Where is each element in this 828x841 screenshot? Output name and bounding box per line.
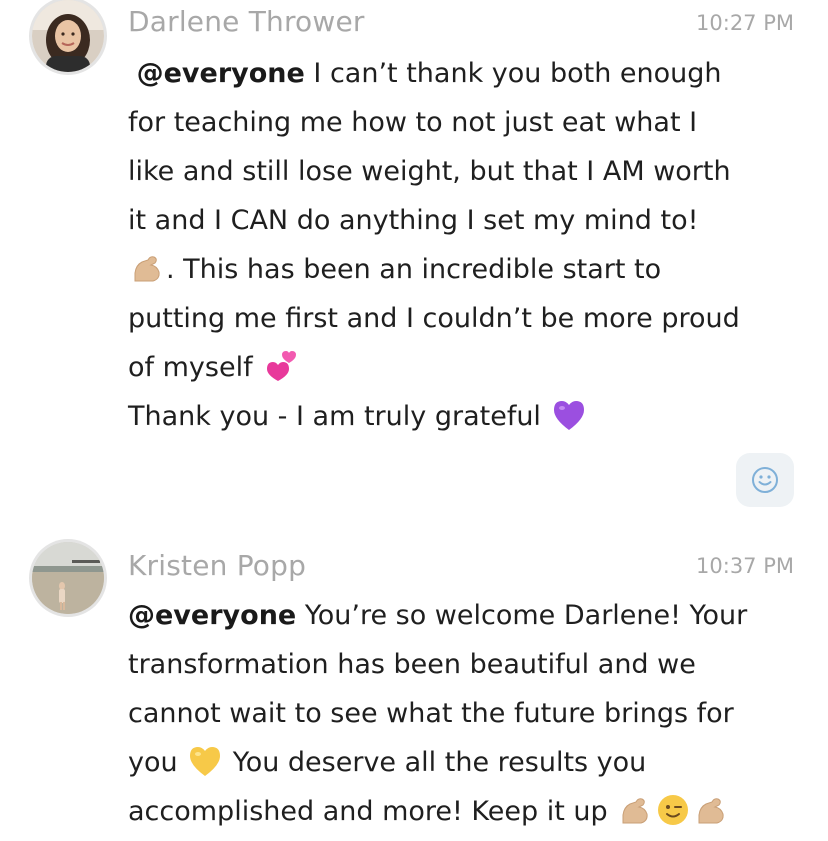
line-text: accomplished and more! Keep it up (128, 796, 608, 827)
avatar-kristen[interactable] (32, 542, 104, 614)
yellow-heart-icon (188, 744, 222, 778)
line-text: You’re so welcome Darlene! Your (296, 600, 748, 631)
line-text: Thank you - I am truly grateful (128, 401, 541, 432)
two-hearts-icon (263, 349, 297, 383)
line-text: of myself (128, 352, 253, 383)
message-author[interactable]: Kristen Popp (128, 549, 306, 582)
message-line: of myself (128, 343, 808, 392)
avatar-darlene[interactable] (32, 0, 104, 72)
message-line: Thank you - I am truly grateful (128, 392, 808, 441)
line-text: You deserve all the results you (224, 747, 647, 778)
line-text: you (128, 747, 178, 778)
message-body: @everyone You’re so welcome Darlene! You… (128, 591, 808, 836)
message-line: you You deserve all the results you (128, 738, 808, 787)
message-body: @everyone I can’t thank you both enough … (128, 49, 808, 441)
message-line: accomplished and more! Keep it up (128, 787, 808, 836)
flexed-biceps-icon (618, 793, 652, 827)
line-text: . This has been an incredible start to (166, 254, 662, 285)
message-line: transformation has been beautiful and we (128, 649, 696, 680)
message-line: for teaching me how to not just eat what… (128, 107, 698, 138)
message-author[interactable]: Darlene Thrower (128, 5, 365, 38)
message-line: putting me first and I couldn’t be more … (128, 303, 740, 334)
message-line: @everyone I can’t thank you both enough (128, 49, 808, 98)
add-reaction-button[interactable] (736, 453, 794, 507)
message-line: @everyone You’re so welcome Darlene! You… (128, 591, 808, 640)
flexed-biceps-icon (130, 251, 164, 285)
chat-message: Kristen Popp 10:37 PM @everyone You’re s… (0, 530, 828, 841)
user-photo-icon (32, 542, 104, 614)
message-timestamp: 10:37 PM (696, 554, 794, 578)
mention-everyone[interactable]: @everyone (137, 58, 305, 89)
purple-heart-icon (552, 398, 586, 432)
mention-everyone[interactable]: @everyone (128, 600, 296, 631)
user-photo-icon (32, 0, 104, 72)
winking-face-icon (656, 793, 690, 827)
chat-message: Darlene Thrower 10:27 PM @everyone I can… (0, 0, 828, 520)
flexed-biceps-icon (694, 793, 728, 827)
smiley-icon (752, 467, 778, 493)
message-line: like and still lose weight, but that I A… (128, 156, 731, 187)
message-line: cannot wait to see what the future bring… (128, 698, 734, 729)
message-timestamp: 10:27 PM (696, 11, 794, 35)
message-line: . This has been an incredible start to (128, 245, 808, 294)
message-line: it and I CAN do anything I set my mind t… (128, 205, 699, 236)
line-text: I can’t thank you both enough (304, 58, 722, 89)
